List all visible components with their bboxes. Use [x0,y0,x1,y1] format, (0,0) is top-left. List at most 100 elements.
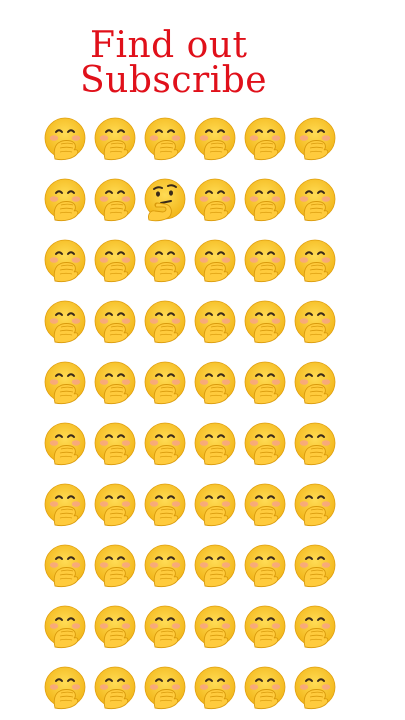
emoji-cell[interactable] [190,474,240,535]
emoji-grid [40,108,340,718]
emoji-cell[interactable] [90,535,140,596]
emoji-cell[interactable] [40,108,90,169]
emoji-cell[interactable] [40,291,90,352]
emoji-cell[interactable] [290,474,340,535]
hand-over-mouth-emoji-icon [43,239,87,283]
emoji-cell[interactable] [240,230,290,291]
hand-over-mouth-emoji-icon [293,361,337,405]
hand-over-mouth-emoji-icon [243,483,287,527]
emoji-cell[interactable] [90,108,140,169]
emoji-cell[interactable] [140,474,190,535]
hand-over-mouth-emoji-icon [93,605,137,649]
emoji-cell[interactable] [140,108,190,169]
emoji-cell[interactable] [190,108,240,169]
emoji-cell[interactable] [240,657,290,718]
emoji-cell[interactable] [40,413,90,474]
hand-over-mouth-emoji-icon [293,483,337,527]
emoji-cell[interactable] [290,596,340,657]
hand-over-mouth-emoji-icon [243,117,287,161]
hand-over-mouth-emoji-icon [293,422,337,466]
emoji-cell[interactable] [40,535,90,596]
hand-over-mouth-emoji-icon [93,117,137,161]
emoji-cell[interactable] [140,535,190,596]
emoji-cell[interactable] [40,169,90,230]
emoji-cell[interactable] [40,474,90,535]
emoji-cell[interactable] [140,657,190,718]
emoji-cell[interactable] [240,169,290,230]
hand-over-mouth-emoji-icon [43,483,87,527]
emoji-cell[interactable] [190,169,240,230]
emoji-cell[interactable] [140,291,190,352]
emoji-cell[interactable] [240,596,290,657]
emoji-cell[interactable] [190,657,240,718]
emoji-cell[interactable] [40,230,90,291]
emoji-cell[interactable] [190,596,240,657]
hand-over-mouth-emoji-icon [43,117,87,161]
hand-over-mouth-emoji-icon [243,666,287,710]
emoji-cell[interactable] [190,230,240,291]
emoji-cell[interactable] [40,657,90,718]
hand-over-mouth-emoji-icon [193,483,237,527]
emoji-cell[interactable] [290,535,340,596]
emoji-cell[interactable] [190,352,240,413]
emoji-cell[interactable] [90,413,140,474]
hand-over-mouth-emoji-icon [43,300,87,344]
emoji-cell[interactable] [290,230,340,291]
hand-over-mouth-emoji-icon [293,605,337,649]
hand-over-mouth-emoji-icon [93,666,137,710]
hand-over-mouth-emoji-icon [143,666,187,710]
emoji-cell[interactable] [190,535,240,596]
hand-over-mouth-emoji-icon [43,544,87,588]
hand-over-mouth-emoji-icon [143,422,187,466]
hand-over-mouth-emoji-icon [243,544,287,588]
emoji-cell[interactable] [140,596,190,657]
emoji-cell[interactable] [90,169,140,230]
hand-over-mouth-emoji-icon [193,605,237,649]
emoji-cell[interactable] [40,352,90,413]
emoji-cell[interactable] [90,596,140,657]
hand-over-mouth-emoji-icon [193,178,237,222]
hand-over-mouth-emoji-icon [143,239,187,283]
hand-over-mouth-emoji-icon [243,178,287,222]
hand-over-mouth-emoji-icon [93,422,137,466]
emoji-cell[interactable] [240,474,290,535]
hand-over-mouth-emoji-icon [293,178,337,222]
emoji-cell[interactable] [240,352,290,413]
emoji-cell[interactable] [90,474,140,535]
title-line-1: Find out [90,25,248,66]
emoji-cell[interactable] [90,352,140,413]
emoji-cell[interactable] [290,291,340,352]
emoji-cell[interactable] [140,413,190,474]
emoji-cell[interactable] [290,413,340,474]
emoji-cell[interactable] [90,230,140,291]
emoji-cell[interactable] [240,291,290,352]
hand-over-mouth-emoji-icon [293,300,337,344]
emoji-cell[interactable] [140,352,190,413]
hand-over-mouth-emoji-icon [143,300,187,344]
emoji-cell[interactable] [240,413,290,474]
emoji-cell[interactable] [190,291,240,352]
hand-over-mouth-emoji-icon [193,544,237,588]
thinking-face-emoji-icon [143,178,187,222]
emoji-cell[interactable] [290,108,340,169]
emoji-cell[interactable] [90,291,140,352]
hand-over-mouth-emoji-icon [93,239,137,283]
emoji-cell[interactable] [240,535,290,596]
emoji-cell[interactable] [290,352,340,413]
emoji-cell[interactable] [190,413,240,474]
emoji-cell[interactable] [90,657,140,718]
hand-over-mouth-emoji-icon [43,361,87,405]
hand-over-mouth-emoji-icon [193,422,237,466]
emoji-cell[interactable] [40,596,90,657]
title-line-2: Subscribe [80,60,268,101]
hand-over-mouth-emoji-icon [93,178,137,222]
hand-over-mouth-emoji-icon [143,117,187,161]
emoji-cell[interactable] [140,230,190,291]
emoji-cell[interactable] [290,169,340,230]
emoji-cell[interactable] [290,657,340,718]
hand-over-mouth-emoji-icon [43,178,87,222]
hand-over-mouth-emoji-icon [193,117,237,161]
hand-over-mouth-emoji-icon [143,605,187,649]
odd-emoji-cell[interactable] [140,169,190,230]
emoji-cell[interactable] [240,108,290,169]
